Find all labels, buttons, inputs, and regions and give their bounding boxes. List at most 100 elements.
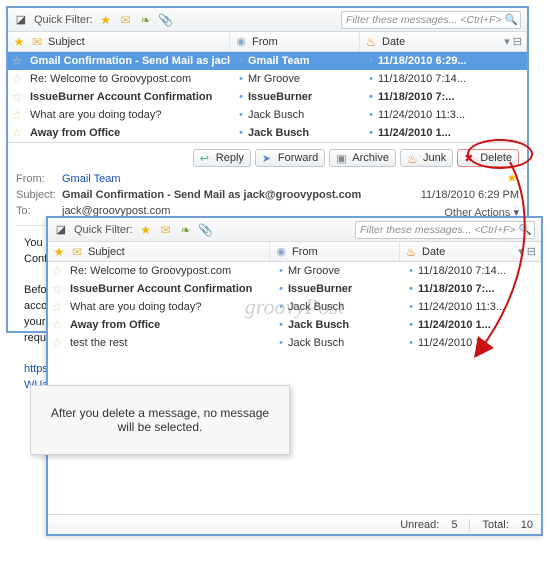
tag-filter-icon[interactable]: ❧ [139, 13, 153, 27]
col-date[interactable]: ♨ Date ▾ ⊟ [400, 242, 541, 261]
col-menu-icon[interactable]: ▾ ⊟ [518, 245, 536, 258]
filter-placeholder: Filter these messages... <Ctrl+F> [346, 14, 502, 26]
star-filter-icon[interactable]: ★ [139, 223, 153, 237]
col-menu-icon[interactable]: ▾ ⊟ [504, 35, 522, 48]
row-subject: Away from Office [66, 319, 270, 331]
row-date: •11/18/2010 7:... [400, 283, 541, 295]
row-from: •Jack Busch [270, 301, 400, 313]
row-subject: What are you doing today? [26, 109, 230, 121]
unread-filter-icon[interactable]: ✉ [119, 13, 133, 27]
row-star-icon[interactable]: ☆ [48, 264, 66, 278]
column-headers: ★ ✉ Subject ◉ From ♨ Date ▾ ⊟ [48, 242, 541, 262]
table-row[interactable]: ☆test the rest•Jack Busch•11/24/2010 1..… [48, 334, 541, 352]
annotation-callout: After you delete a message, no message w… [30, 385, 290, 455]
reply-button[interactable]: ↩Reply [193, 149, 251, 167]
unread-value: 5 [451, 519, 457, 531]
col-subject[interactable]: ★ ✉ Subject [48, 242, 270, 261]
preview-from: From: Gmail Team ★ [16, 171, 519, 187]
total-label: Total: [482, 519, 508, 531]
row-subject: Re: Welcome to Groovypost.com [66, 265, 270, 277]
contact-col-icon: ◉ [234, 35, 248, 49]
col-from-label: From [252, 36, 278, 48]
status-separator [469, 519, 470, 531]
preview-from-value[interactable]: Gmail Team [62, 171, 505, 187]
unread-filter-icon[interactable]: ✉ [159, 223, 173, 237]
row-from: •Jack Busch [230, 127, 360, 139]
table-row[interactable]: ☆IssueBurner Account Confirmation•IssueB… [8, 88, 527, 106]
row-subject: IssueBurner Account Confirmation [66, 283, 270, 295]
tag-filter-icon[interactable]: ❧ [179, 223, 193, 237]
row-star-icon[interactable]: ☆ [48, 318, 66, 332]
quickfilter-toggle-icon[interactable]: ◪ [54, 223, 68, 237]
row-star-icon[interactable]: ☆ [8, 90, 26, 104]
status-bar: Unread: 5 Total: 10 [48, 514, 541, 534]
preview-date: 11/18/2010 6:29 PM [421, 187, 519, 203]
col-from[interactable]: ◉ From [230, 32, 360, 51]
row-star-icon[interactable]: ☆ [8, 126, 26, 140]
toolbar: ◪ Quick Filter: ★ ✉ ❧ 📎 Filter these mes… [48, 218, 541, 242]
row-date: •11/24/2010 1... [400, 319, 541, 331]
envelope-col-icon: ✉ [70, 245, 84, 259]
row-from: •IssueBurner [230, 91, 360, 103]
row-date: •11/24/2010 11:3... [360, 109, 527, 121]
forward-button[interactable]: ➤Forward [255, 149, 325, 167]
row-date: •11/24/2010 11:3... [400, 301, 541, 313]
row-subject: Gmail Confirmation - Send Mail as jack@.… [26, 55, 230, 67]
table-row[interactable]: ☆Re: Welcome to Groovypost.com•Mr Groove… [8, 70, 527, 88]
junk-button[interactable]: ♨Junk [400, 149, 453, 167]
row-subject: IssueBurner Account Confirmation [26, 91, 230, 103]
table-row[interactable]: ☆Away from Office•Jack Busch•11/24/2010 … [8, 124, 527, 142]
row-star-icon[interactable]: ☆ [8, 108, 26, 122]
table-row[interactable]: ☆Re: Welcome to Groovypost.com•Mr Groove… [48, 262, 541, 280]
col-subject-label: Subject [48, 36, 85, 48]
col-subject[interactable]: ★ ✉ Subject [8, 32, 230, 51]
table-row[interactable]: ☆What are you doing today?•Jack Busch•11… [48, 298, 541, 316]
row-from: •Mr Groove [230, 73, 360, 85]
total-value: 10 [521, 519, 533, 531]
row-subject: Away from Office [26, 127, 230, 139]
quick-filter-label: Quick Filter: [74, 224, 133, 236]
star-col-icon: ★ [12, 35, 26, 49]
table-row[interactable]: ☆Away from Office•Jack Busch•11/24/2010 … [48, 316, 541, 334]
search-icon: 🔍 [519, 223, 532, 236]
col-from[interactable]: ◉ From [270, 242, 400, 261]
filter-input[interactable]: Filter these messages... <Ctrl+F> 🔍 [355, 221, 535, 239]
col-date-label: Date [382, 36, 405, 48]
row-star-icon[interactable]: ☆ [48, 336, 66, 350]
archive-button[interactable]: ▣Archive [329, 149, 396, 167]
row-date: •11/18/2010 7:... [360, 91, 527, 103]
row-date: •11/18/2010 6:29... [360, 55, 527, 67]
unread-label: Unread: [400, 519, 439, 531]
row-from: •Jack Busch [270, 319, 400, 331]
row-from: •Gmail Team [230, 55, 360, 67]
row-star-icon[interactable]: ☆ [8, 72, 26, 86]
row-star-icon[interactable]: ☆ [48, 300, 66, 314]
message-list-bottom: groovyPost ☆Re: Welcome to Groovypost.co… [48, 262, 541, 352]
attachment-filter-icon[interactable]: 📎 [159, 13, 173, 27]
row-date: •11/18/2010 7:14... [360, 73, 527, 85]
row-from: •IssueBurner [270, 283, 400, 295]
table-row[interactable]: ☆What are you doing today?•Jack Busch•11… [8, 106, 527, 124]
delete-button[interactable]: ✖Delete [457, 149, 519, 167]
col-date[interactable]: ♨ Date ▾ ⊟ [360, 32, 527, 51]
message-list-top: ☆Gmail Confirmation - Send Mail as jack@… [8, 52, 527, 142]
row-date: •11/18/2010 7:14... [400, 265, 541, 277]
row-star-icon[interactable]: ☆ [8, 54, 26, 68]
attachment-filter-icon[interactable]: 📎 [199, 223, 213, 237]
row-star-icon[interactable]: ☆ [48, 282, 66, 296]
from-star-icon[interactable]: ★ [505, 171, 519, 185]
row-date: •11/24/2010 1... [400, 337, 541, 349]
table-row[interactable]: ☆IssueBurner Account Confirmation•IssueB… [48, 280, 541, 298]
filter-placeholder: Filter these messages... <Ctrl+F> [360, 224, 516, 236]
row-date: •11/24/2010 1... [360, 127, 527, 139]
table-row[interactable]: ☆Gmail Confirmation - Send Mail as jack@… [8, 52, 527, 70]
filter-input[interactable]: Filter these messages... <Ctrl+F> 🔍 [341, 11, 521, 29]
quickfilter-toggle-icon[interactable]: ◪ [14, 13, 28, 27]
envelope-col-icon: ✉ [30, 35, 44, 49]
row-from: •Jack Busch [270, 337, 400, 349]
toolbar: ◪ Quick Filter: ★ ✉ ❧ 📎 Filter these mes… [8, 8, 527, 32]
mail-window-after: ◪ Quick Filter: ★ ✉ ❧ 📎 Filter these mes… [46, 216, 543, 536]
star-filter-icon[interactable]: ★ [99, 13, 113, 27]
fire-col-icon: ♨ [364, 35, 378, 49]
row-subject: test the rest [66, 337, 270, 349]
